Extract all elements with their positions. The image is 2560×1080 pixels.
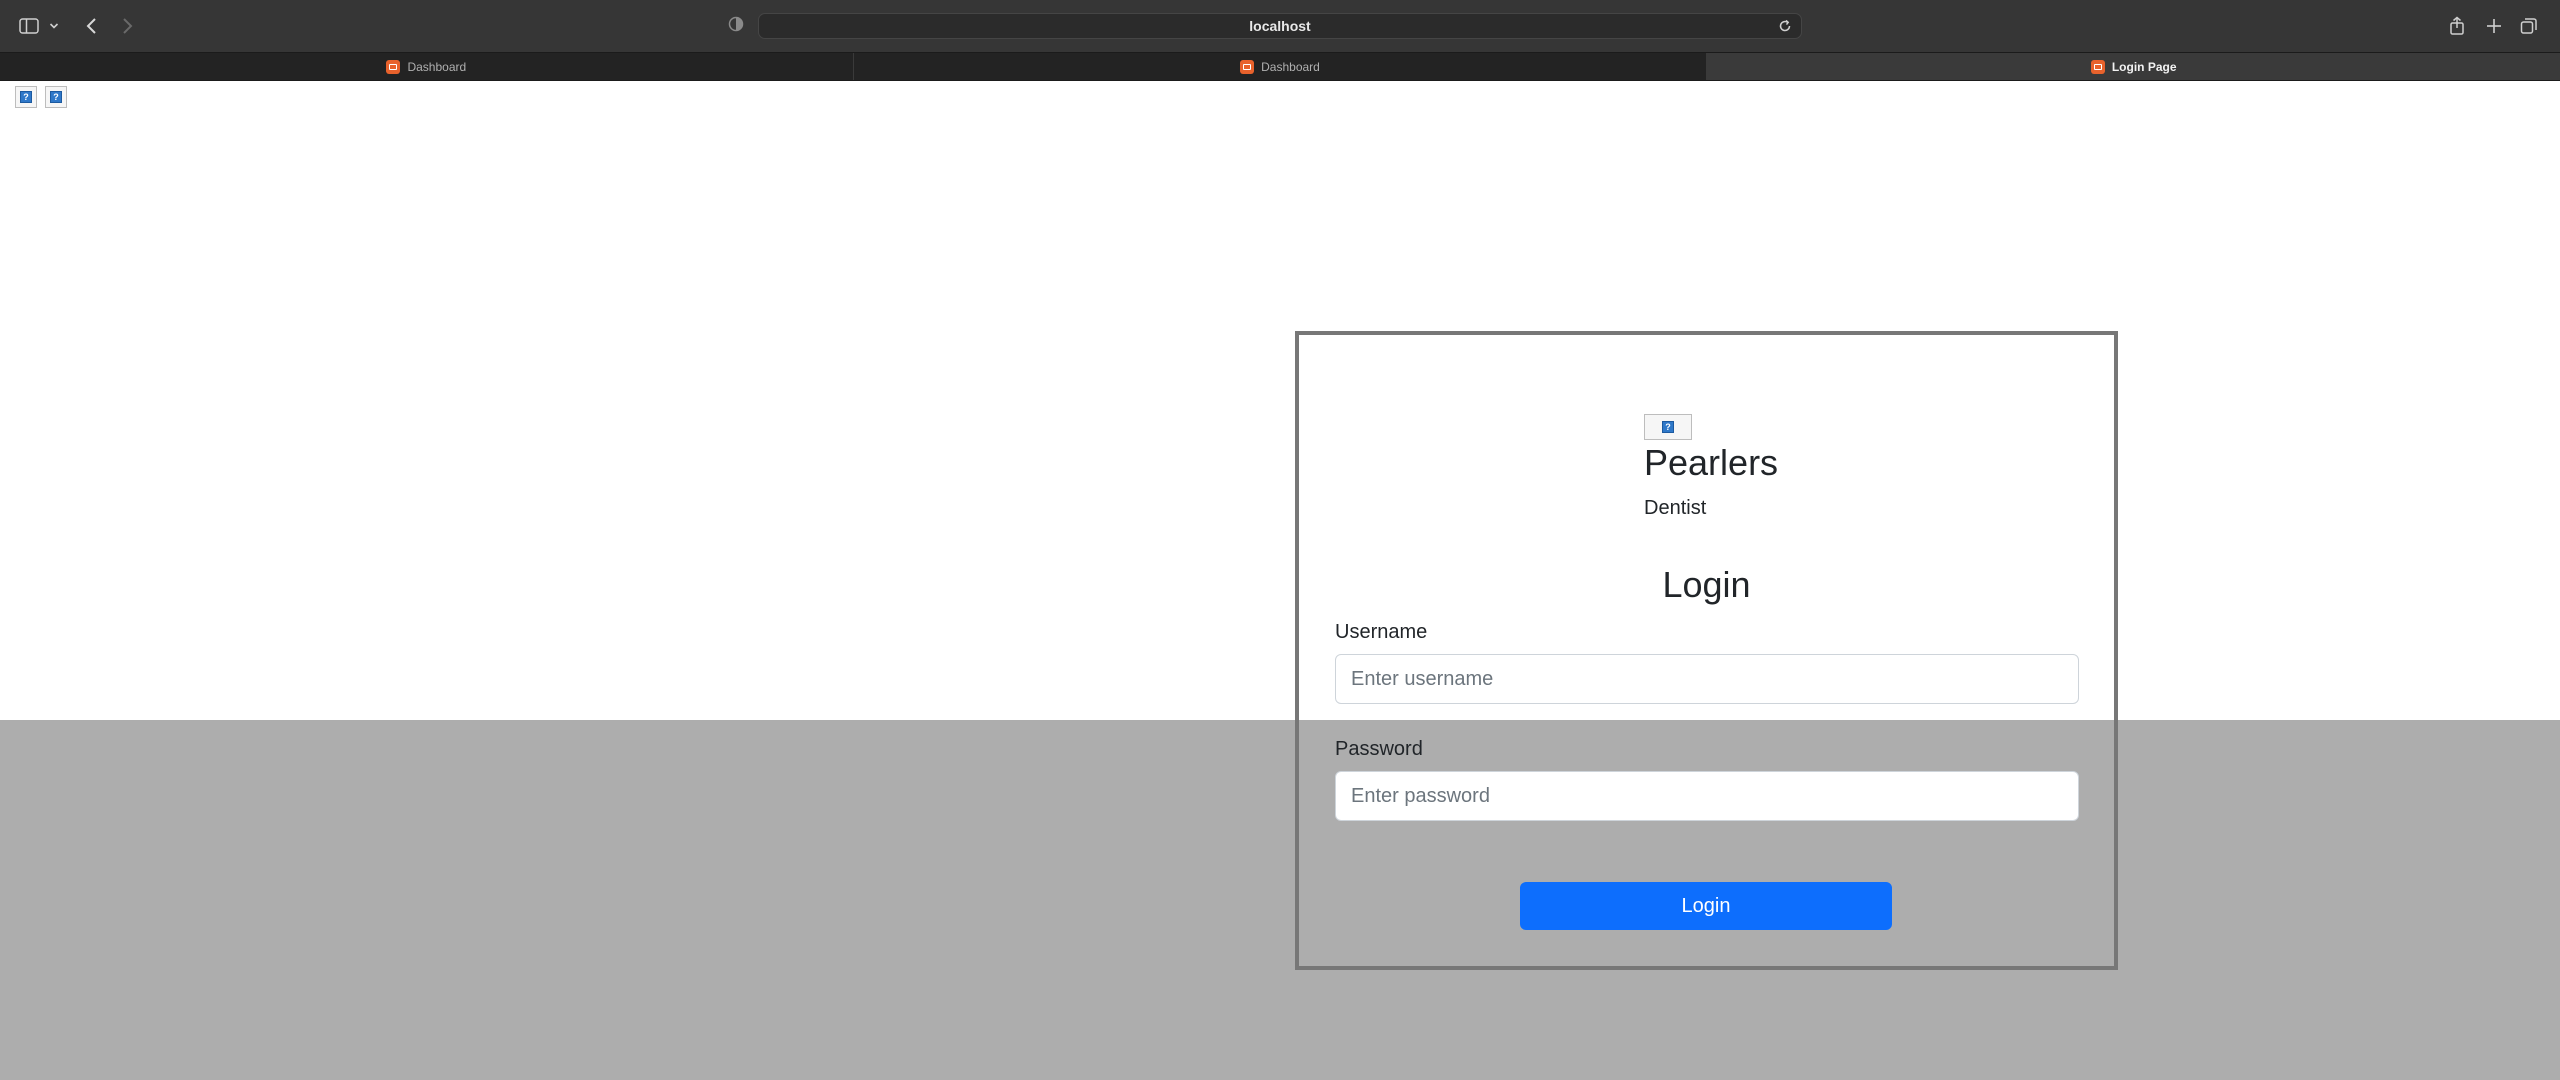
address-bar[interactable]: localhost [758,13,1802,39]
username-input[interactable] [1335,654,2079,704]
password-input[interactable] [1335,771,2079,821]
gray-backdrop [0,720,2560,1080]
favicon-icon [2090,59,2105,74]
reload-icon[interactable] [1777,18,1793,39]
logo-broken-image-icon: ? [1644,414,1692,440]
address-text: localhost [1249,18,1311,34]
share-icon[interactable] [2444,13,2470,39]
forward-arrow-icon[interactable] [114,13,140,39]
broken-image-icon: ? [45,86,67,108]
brand-name: Pearlers [1644,442,1779,483]
tab-overview-icon[interactable] [2516,13,2542,39]
login-heading: Login [1662,564,1751,605]
tab-login-page[interactable]: Login Page [1707,53,2560,80]
tab-dashboard-2[interactable]: Dashboard [854,53,1708,80]
login-card: ? Pearlers Dentist Login Username Passwo… [1295,331,2118,970]
broken-image-icon: ? [15,86,37,108]
sidebar-icon[interactable] [16,13,42,39]
new-tab-plus-icon[interactable] [2481,13,2507,39]
tab-dashboard-1[interactable]: Dashboard [0,53,854,80]
back-arrow-icon[interactable] [79,13,105,39]
page-content: ? ? ? Pearlers Dentist Login Username Pa… [0,81,2560,1080]
username-label: Username [1335,621,1428,643]
password-label: Password [1335,738,1423,760]
tab-label: Login Page [2111,59,2177,74]
login-button[interactable]: Login [1520,882,1892,930]
chevron-down-icon[interactable] [46,13,62,39]
privacy-shield-icon[interactable] [728,15,744,38]
tab-label: Dashboard [1261,59,1320,74]
favicon-icon [386,59,401,74]
brand-subtitle: Dentist [1644,497,1707,519]
browser-toolbar: localhost [0,0,2560,52]
tab-bar: Dashboard Dashboard Login Page [0,52,2560,81]
favicon-icon [1240,59,1255,74]
tab-label: Dashboard [407,59,467,74]
